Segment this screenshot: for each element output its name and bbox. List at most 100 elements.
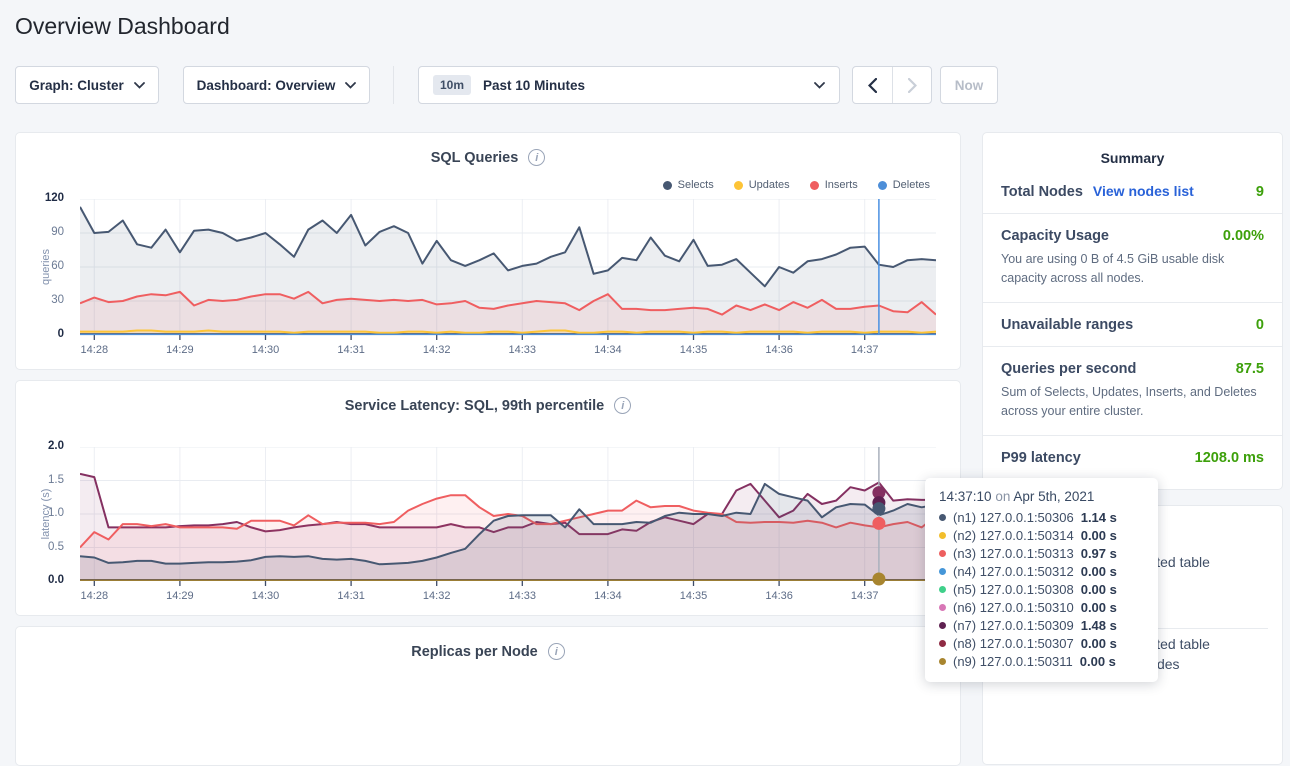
x-tick-label: 14:36 <box>754 344 804 356</box>
node-color-dot <box>939 532 946 539</box>
x-tick-label: 14:34 <box>583 344 633 356</box>
tooltip-timestamp: 14:37:10 on Apr 5th, 2021 <box>939 489 1144 504</box>
x-tick-label: 14:32 <box>412 590 462 602</box>
summary-title: Summary <box>983 133 1282 169</box>
tooltip-node-row: (n1) 127.0.0.1:50306 1.14 s <box>939 508 1144 526</box>
node-address: (n5) 127.0.0.1:50308 <box>953 582 1074 597</box>
now-button[interactable]: Now <box>940 66 998 104</box>
legend-dot <box>663 181 672 190</box>
sql-queries-plot[interactable] <box>80 199 936 341</box>
tooltip-node-row: (n8) 127.0.0.1:503070.00 s <box>939 635 1144 653</box>
y-tick-label: 60 <box>51 260 64 272</box>
summary-label: Capacity Usage <box>1001 228 1109 244</box>
summary-label: Unavailable ranges <box>1001 317 1133 333</box>
legend-dot <box>734 181 743 190</box>
summary-label: Total Nodes <box>1001 184 1083 200</box>
toolbar: Graph: Cluster Dashboard: Overview 10m P… <box>0 66 1290 108</box>
chart-hover-tooltip: 14:37:10 on Apr 5th, 2021 (n1) 127.0.0.1… <box>925 478 1158 682</box>
tooltip-node-row: (n7) 127.0.0.1:503091.48 s <box>939 617 1144 635</box>
y-axis-ticks: 0306090120 <box>16 199 72 335</box>
tooltip-node-row: (n9) 127.0.0.1:503110.00 s <box>939 653 1144 671</box>
time-pager <box>852 66 932 104</box>
info-icon[interactable]: i <box>528 149 545 166</box>
node-color-dot <box>939 604 946 611</box>
legend-item-selects[interactable]: Selects <box>663 179 714 191</box>
tooltip-rows: (n1) 127.0.0.1:503061.14 s(n2) 127.0.0.1… <box>939 508 1144 671</box>
chevron-down-icon <box>814 82 825 89</box>
chevron-left-icon <box>868 78 877 93</box>
node-color-dot <box>939 550 946 557</box>
prev-range-button[interactable] <box>853 67 892 103</box>
tooltip-node-row: (n6) 127.0.0.1:503100.00 s <box>939 598 1144 616</box>
dashboard-dropdown-label: Dashboard: Overview <box>197 78 336 93</box>
tooltip-node-row: (n4) 127.0.0.1:50312 0.00 s <box>939 562 1144 580</box>
view-nodes-list-link[interactable]: View nodes list <box>1093 183 1194 199</box>
graph-dropdown[interactable]: Graph: Cluster <box>15 66 159 104</box>
x-tick-label: 14:30 <box>240 344 290 356</box>
y-axis-ticks: 0.00.51.01.52.0 <box>16 447 72 581</box>
x-tick-label: 14:28 <box>69 590 119 602</box>
y-tick-label: 120 <box>45 192 64 204</box>
summary-description: Sum of Selects, Updates, Inserts, and De… <box>1001 383 1264 422</box>
node-address: (n3) 127.0.0.1:50313 <box>953 546 1074 561</box>
time-range-label: Past 10 Minutes <box>483 78 585 93</box>
dashboard-dropdown[interactable]: Dashboard: Overview <box>183 66 370 104</box>
node-latency-value: 0.00 s <box>1081 564 1117 579</box>
sql-queries-chart-card: SQL Queries i Selects Updates Inserts Delete… <box>15 132 961 370</box>
summary-row-total-nodes: Total Nodes View nodes list 9 <box>983 169 1282 213</box>
x-tick-label: 14:33 <box>497 590 547 602</box>
info-icon[interactable]: i <box>548 643 565 660</box>
summary-value: 0 <box>1256 317 1264 333</box>
service-latency-plot[interactable] <box>80 447 936 587</box>
x-tick-label: 14:29 <box>155 590 205 602</box>
x-tick-label: 14:37 <box>840 590 890 602</box>
summary-label: Queries per second <box>1001 361 1136 377</box>
page-title: Overview Dashboard <box>15 13 230 40</box>
chevron-right-icon <box>908 78 917 93</box>
x-tick-label: 14:33 <box>497 344 547 356</box>
tooltip-node-row: (n3) 127.0.0.1:503130.97 s <box>939 544 1144 562</box>
x-tick-label: 14:35 <box>668 590 718 602</box>
x-tick-label: 14:34 <box>583 590 633 602</box>
summary-label: P99 latency <box>1001 450 1081 466</box>
node-color-dot <box>939 640 946 647</box>
chart-title-sql-queries: SQL Queries <box>431 150 519 166</box>
chart-title-replicas-per-node: Replicas per Node <box>411 644 538 660</box>
node-color-dot <box>939 622 946 629</box>
node-latency-value: 0.00 s <box>1081 528 1117 543</box>
toolbar-divider <box>393 66 394 104</box>
x-tick-label: 14:35 <box>668 344 718 356</box>
node-latency-value: 0.00 s <box>1081 600 1117 615</box>
info-icon[interactable]: i <box>614 397 631 414</box>
node-address: (n2) 127.0.0.1:50314 <box>953 528 1074 543</box>
tooltip-node-row: (n2) 127.0.0.1:50314 0.00 s <box>939 526 1144 544</box>
summary-row-capacity-usage: Capacity Usage 0.00% You are using 0 B o… <box>983 213 1282 302</box>
next-range-button[interactable] <box>892 67 931 103</box>
summary-value: 0.00% <box>1223 228 1264 244</box>
node-latency-value: 0.00 s <box>1081 636 1117 651</box>
summary-panel: Summary Total Nodes View nodes list 9 Ca… <box>982 132 1283 490</box>
x-tick-label: 14:30 <box>240 590 290 602</box>
node-address: (n7) 127.0.0.1:50309 <box>953 618 1074 633</box>
summary-row-queries-per-second: Queries per second 87.5 Sum of Selects, … <box>983 346 1282 435</box>
legend-item-inserts[interactable]: Inserts <box>810 179 858 191</box>
time-range-dropdown[interactable]: 10m Past 10 Minutes <box>418 66 840 104</box>
y-tick-label: 2.0 <box>48 440 64 452</box>
summary-value: 1208.0 ms <box>1195 450 1264 466</box>
x-tick-label: 14:31 <box>326 344 376 356</box>
y-tick-label: 30 <box>51 294 64 306</box>
y-tick-label: 1.5 <box>48 474 64 486</box>
tooltip-node-row: (n5) 127.0.0.1:503080.00 s <box>939 580 1144 598</box>
x-tick-label: 14:28 <box>69 344 119 356</box>
node-address: (n4) 127.0.0.1:50312 <box>953 564 1074 579</box>
node-address: (n1) 127.0.0.1:50306 <box>953 510 1074 525</box>
y-tick-label: 0 <box>58 328 64 340</box>
node-color-dot <box>939 568 946 575</box>
legend-label: Selects <box>678 179 714 191</box>
node-latency-value: 1.14 s <box>1081 510 1117 525</box>
legend-label: Inserts <box>825 179 858 191</box>
node-color-dot <box>939 586 946 593</box>
legend-item-updates[interactable]: Updates <box>734 179 790 191</box>
legend-item-deletes[interactable]: Deletes <box>878 179 930 191</box>
x-tick-label: 14:32 <box>412 344 462 356</box>
